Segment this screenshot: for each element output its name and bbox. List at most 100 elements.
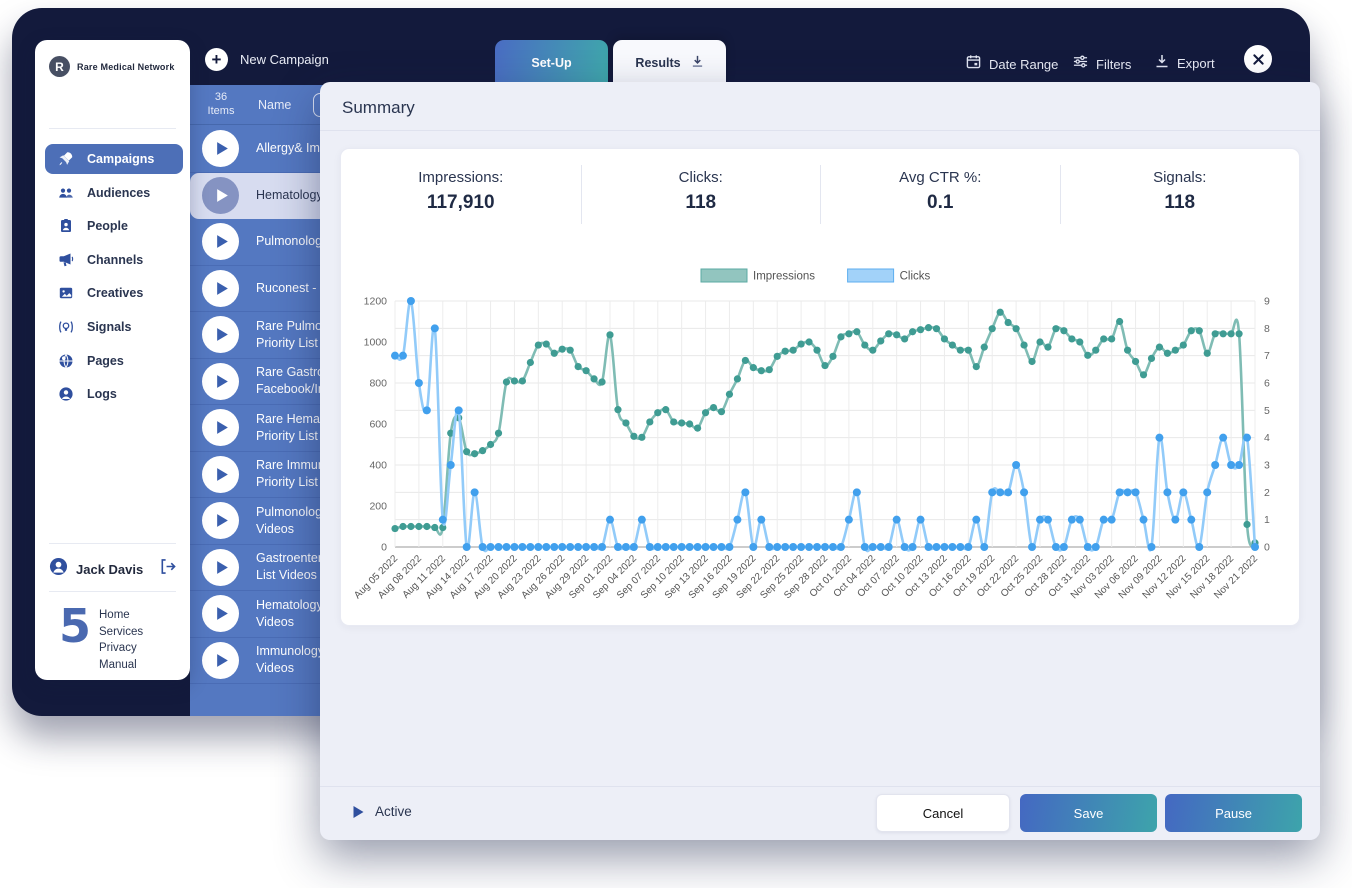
- play-icon: [216, 420, 229, 435]
- play-button[interactable]: [202, 456, 239, 493]
- sidebar-item-label: People: [87, 219, 128, 233]
- stat-clicks: Clicks:118: [581, 165, 821, 224]
- play-button[interactable]: [202, 363, 239, 400]
- stat-value: 118: [1061, 192, 1300, 214]
- status-badge: Active: [375, 804, 412, 819]
- stat-value: 118: [582, 192, 821, 214]
- footer-links: HomeServicesPrivacyManual: [99, 608, 143, 673]
- summary-modal: Summary Impressions:117,910Clicks:118Avg…: [320, 82, 1320, 840]
- sidebar-item-label: Signals: [87, 320, 131, 334]
- svg-text:0: 0: [1264, 542, 1270, 554]
- sidebar-item-creatives[interactable]: Creatives: [45, 278, 183, 308]
- play-button[interactable]: [202, 316, 239, 353]
- play-icon: [216, 327, 229, 342]
- play-button[interactable]: [202, 270, 239, 307]
- status-row: Active: [352, 804, 412, 819]
- pages-icon: [58, 353, 74, 369]
- campaigns-icon: [58, 151, 74, 167]
- sidebar-item-label: Pages: [87, 354, 124, 368]
- play-icon: [216, 467, 229, 482]
- play-button[interactable]: [202, 223, 239, 260]
- footer-link-manual[interactable]: Manual: [99, 658, 143, 674]
- campaign-name: ImmunologyVideos: [256, 643, 324, 677]
- sidebar-item-channels[interactable]: Channels: [45, 245, 183, 275]
- play-icon: [216, 560, 229, 575]
- play-icon: [216, 234, 229, 249]
- play-button[interactable]: [202, 595, 239, 632]
- app-screenshot: + New Campaign Set-Up Results Date Range…: [0, 0, 1352, 888]
- new-campaign-button[interactable]: + New Campaign: [205, 48, 329, 71]
- sidebar-item-campaigns[interactable]: Campaigns: [45, 144, 183, 174]
- tab-setup[interactable]: Set-Up: [495, 40, 608, 85]
- campaign-name: PulmonologVideos: [256, 504, 322, 538]
- calendar-icon: [966, 54, 981, 74]
- svg-text:0: 0: [381, 542, 387, 554]
- play-icon: [216, 141, 229, 156]
- stat-label: Avg CTR %:: [821, 169, 1060, 186]
- sidebar-item-label: Logs: [87, 387, 117, 401]
- play-icon: [216, 513, 229, 528]
- export-download-icon: [1155, 54, 1169, 73]
- user-row[interactable]: Jack Davis: [49, 557, 176, 581]
- sidebar-item-label: Channels: [87, 253, 143, 267]
- signals-icon: [58, 319, 74, 335]
- sidebar-item-pages[interactable]: Pages: [45, 346, 183, 376]
- divider: [49, 591, 176, 592]
- logo-icon: R: [49, 56, 70, 77]
- sidebar: R Rare Medical Network Campaigns Audience…: [35, 40, 190, 680]
- play-button[interactable]: [202, 549, 239, 586]
- filters-label: Filters: [1096, 57, 1131, 72]
- tab-results-label: Results: [635, 56, 680, 70]
- divider: [320, 130, 1320, 131]
- footer-link-privacy[interactable]: Privacy: [99, 641, 143, 657]
- svg-text:Clicks: Clicks: [900, 271, 931, 283]
- user-name: Jack Davis: [76, 562, 151, 577]
- play-icon: [352, 805, 365, 819]
- filters-button[interactable]: Filters: [1073, 54, 1131, 74]
- modal-title: Summary: [342, 98, 415, 118]
- play-button[interactable]: [202, 502, 239, 539]
- stat-label: Impressions:: [341, 169, 581, 186]
- date-range-button[interactable]: Date Range: [966, 54, 1058, 74]
- stat-label: Signals:: [1061, 169, 1300, 186]
- tab-results[interactable]: Results: [613, 40, 726, 85]
- play-button[interactable]: [202, 642, 239, 679]
- divider: [49, 543, 176, 544]
- save-button[interactable]: Save: [1020, 794, 1157, 832]
- svg-text:9: 9: [1264, 296, 1270, 308]
- svg-text:400: 400: [369, 460, 387, 472]
- footer-link-services[interactable]: Services: [99, 625, 143, 641]
- summary-card: Impressions:117,910Clicks:118Avg CTR %:0…: [340, 148, 1300, 626]
- download-icon: [691, 55, 704, 71]
- svg-text:1200: 1200: [364, 296, 388, 308]
- sidebar-item-people[interactable]: People: [45, 211, 183, 241]
- tab-setup-label: Set-Up: [531, 56, 571, 70]
- stat-avgctr: Avg CTR %:0.1: [820, 165, 1060, 224]
- play-button[interactable]: [202, 409, 239, 446]
- logo: R Rare Medical Network: [49, 56, 175, 77]
- logout-icon[interactable]: [159, 558, 176, 580]
- svg-text:2: 2: [1264, 487, 1270, 499]
- campaign-name: Hematology: [256, 187, 323, 204]
- sidebar-item-signals[interactable]: Signals: [45, 312, 183, 342]
- campaign-name: Rare HematPriority List: [256, 411, 323, 445]
- export-button[interactable]: Export: [1155, 54, 1215, 73]
- close-button[interactable]: [1244, 45, 1272, 73]
- svg-text:200: 200: [369, 501, 387, 513]
- play-button[interactable]: [202, 177, 239, 214]
- sidebar-item-audiences[interactable]: Audiences: [45, 178, 183, 208]
- svg-text:1000: 1000: [364, 337, 388, 349]
- svg-text:Impressions: Impressions: [753, 271, 815, 283]
- sidebar-item-label: Campaigns: [87, 152, 154, 166]
- cancel-button[interactable]: Cancel: [876, 794, 1010, 832]
- sidebar-item-logs[interactable]: Logs: [45, 379, 183, 409]
- sidebar-item-label: Creatives: [87, 286, 143, 300]
- campaign-name: HematologyVideos: [256, 597, 323, 631]
- chart-area: 0123456789Aug 05 2022Aug 08 2022Aug 11 2…: [349, 261, 1289, 628]
- campaign-name: Pulmonolog: [256, 233, 322, 250]
- play-button[interactable]: [202, 130, 239, 167]
- campaign-name: Rare PulmonPriority List: [256, 318, 329, 352]
- pause-button[interactable]: Pause: [1165, 794, 1302, 832]
- creatives-icon: [58, 285, 74, 301]
- footer-link-home[interactable]: Home: [99, 608, 143, 624]
